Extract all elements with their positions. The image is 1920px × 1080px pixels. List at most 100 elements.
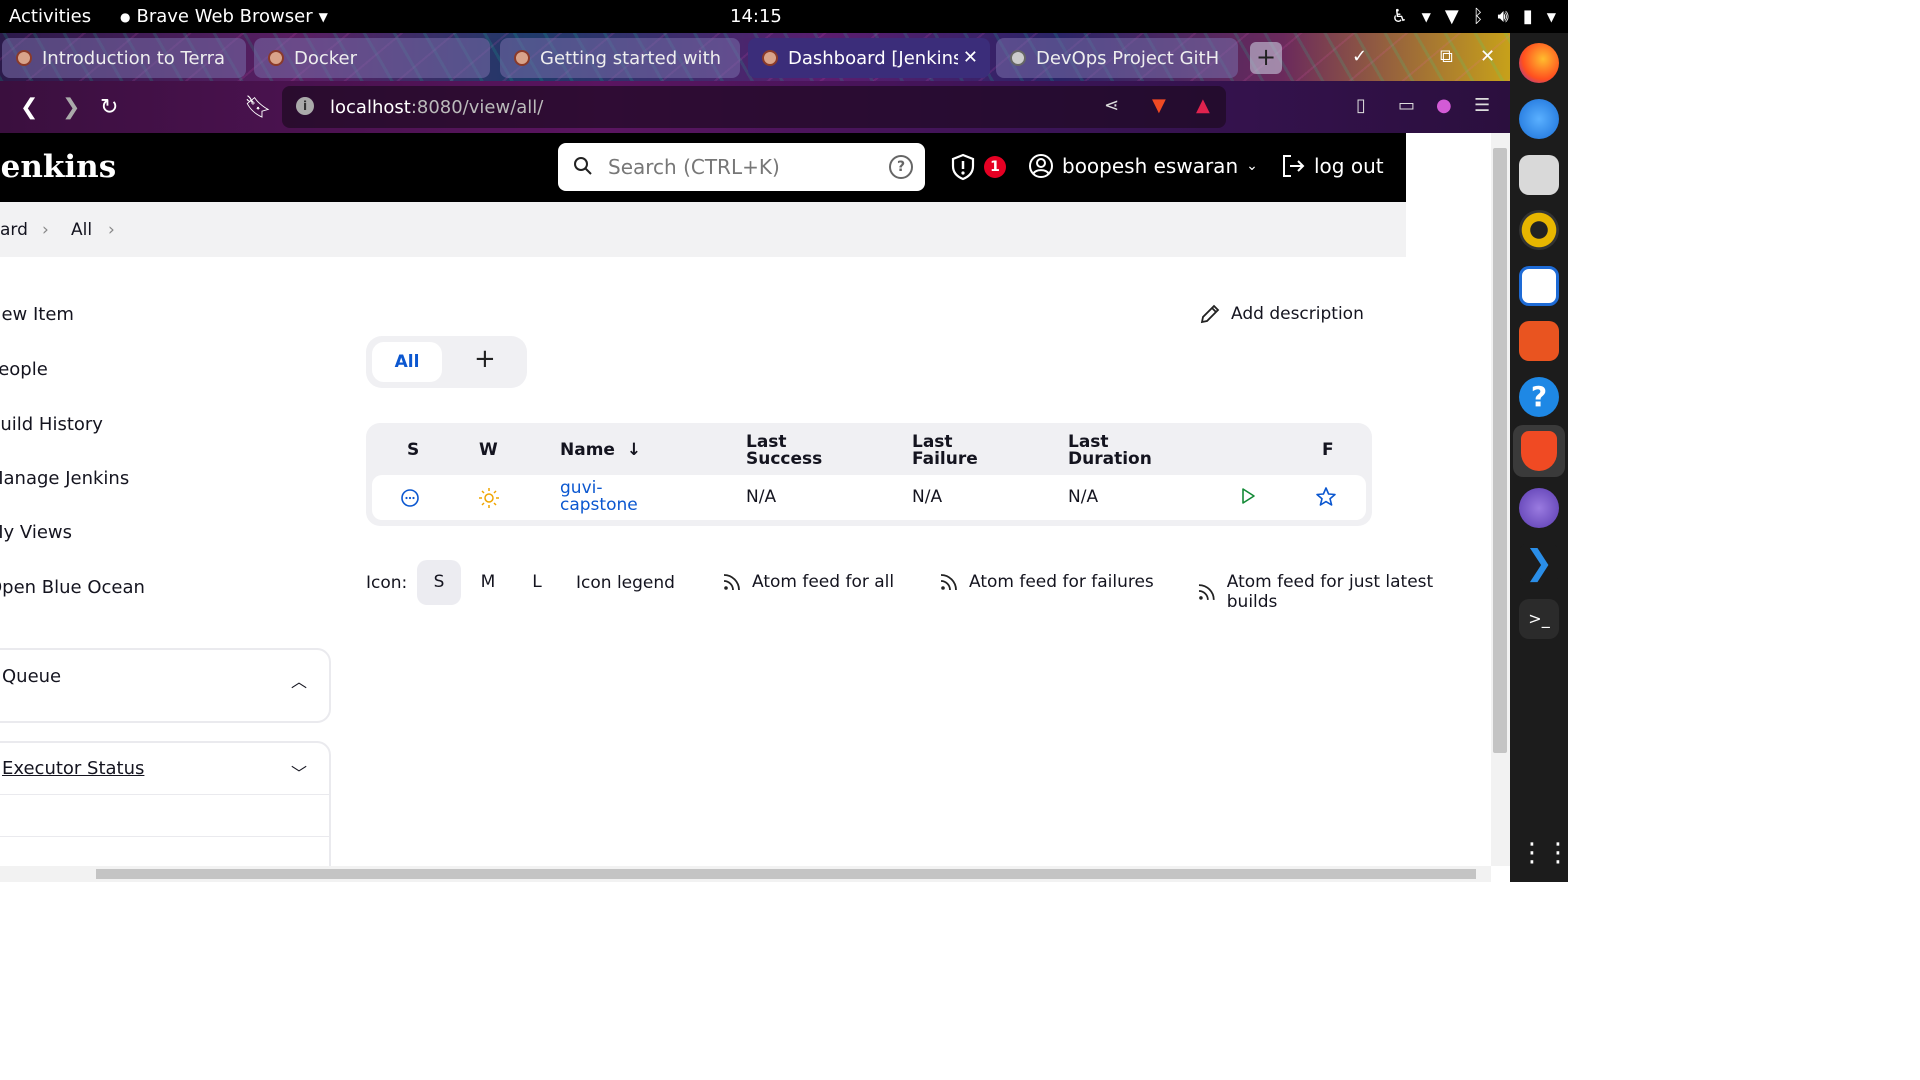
system-tray[interactable]: ♿ ▼ ▼ ᛒ 🔊︎ ▮ ▼ [1391, 6, 1556, 27]
executor-status-title[interactable]: Executor Status [2, 758, 144, 779]
jenkins-favicon-icon [762, 50, 778, 66]
rhythmbox-icon[interactable] [1519, 210, 1559, 250]
atom-feed-all-link[interactable]: Atom feed for all [722, 572, 894, 592]
add-view-button[interactable]: + [474, 344, 496, 374]
help-icon[interactable]: ? [1519, 377, 1559, 417]
chevron-up-icon[interactable]: ︿ [291, 668, 307, 692]
bluetooth-icon: ᛒ [1472, 6, 1484, 27]
tab-jenkins-dashboard[interactable]: Dashboard [Jenkins ✕ [748, 38, 990, 78]
tab-favicon-icon [1010, 50, 1026, 66]
atom-feed-failures-link[interactable]: Atom feed for failures [939, 572, 1154, 592]
divider [0, 836, 329, 837]
sidebar-item-my-views[interactable]: My Views [0, 522, 72, 543]
writer-icon[interactable] [1519, 266, 1559, 306]
jenkins-logo-text[interactable]: Jenkins [0, 149, 116, 185]
sidebar-item-people[interactable]: People [0, 359, 48, 380]
close-window-icon[interactable]: ✕ [1480, 46, 1495, 67]
favorite-star-icon[interactable] [1315, 486, 1337, 513]
sidebar-item-manage-jenkins[interactable]: Manage Jenkins [0, 468, 129, 489]
software-center-icon[interactable] [1519, 321, 1559, 361]
tab-getting-started[interactable]: Getting started with [500, 38, 740, 78]
add-description-button[interactable]: Add description [1199, 303, 1364, 325]
vertical-scrollbar[interactable] [1491, 133, 1510, 866]
job-link-guvi-capstone[interactable]: guvi- capstone [560, 480, 638, 514]
sort-arrow-icon: ↓ [626, 440, 642, 460]
weather-sunny-icon[interactable] [478, 487, 500, 514]
pencil-icon [1200, 304, 1220, 324]
tab-title: Docker [294, 47, 358, 69]
wallet-icon[interactable]: ▭ [1398, 95, 1415, 116]
column-header-last-success[interactable]: Last Success [746, 434, 822, 468]
sidebar-icon[interactable]: ▯ [1356, 95, 1366, 116]
close-tab-icon[interactable]: ✕ [963, 47, 978, 68]
column-header-status[interactable]: S [407, 442, 419, 459]
app-menu[interactable]: ● Brave Web Browser ▼ [120, 6, 328, 27]
column-header-favorite[interactable]: F [1322, 442, 1334, 459]
column-header-last-duration[interactable]: Last Duration [1068, 434, 1152, 468]
horizontal-scrollbar[interactable] [0, 866, 1491, 882]
icon-size-medium[interactable]: M [466, 560, 510, 605]
breadcrumb-dashboard[interactable]: ard [0, 220, 28, 240]
scrollbar-thumb[interactable] [1493, 148, 1507, 753]
feed-label: Atom feed for just latest builds [1226, 572, 1434, 612]
brave-rewards-icon[interactable]: ▲ [1196, 95, 1210, 116]
back-icon[interactable]: ❮ [20, 95, 38, 120]
sidebar-item-build-history[interactable]: Build History [0, 414, 103, 435]
files-icon[interactable] [1519, 155, 1559, 195]
icon-legend-link[interactable]: Icon legend [576, 573, 675, 593]
brave-shields-icon[interactable]: ▼ [1152, 95, 1166, 116]
tab-devops-project[interactable]: DevOps Project GitH [996, 38, 1238, 78]
icon-size-large[interactable]: L [515, 560, 559, 605]
vpn-icon[interactable]: ● [1436, 95, 1452, 116]
rss-icon [723, 574, 740, 591]
feed-label: Atom feed for all [752, 572, 895, 592]
security-alerts-button[interactable]: 1 [950, 153, 1006, 181]
new-tab-button[interactable]: + [1250, 42, 1282, 74]
share-icon[interactable]: ⋖ [1104, 95, 1119, 116]
restore-window-icon[interactable]: ⧉ [1440, 46, 1453, 67]
security-count-badge: 1 [984, 156, 1006, 178]
sidebar-item-new-item[interactable]: New Item [0, 304, 74, 325]
scrollbar-thumb[interactable] [96, 869, 1476, 879]
address-bar[interactable]: i localhost :8080/view/all/ [282, 86, 1226, 128]
user-menu[interactable]: boopesh eswaran ⌄ [1028, 153, 1258, 179]
system-top-bar: Activities ● Brave Web Browser ▼ 14:15 ♿… [0, 0, 1568, 33]
ubuntu-dock: ? ❯ >_ ⋮⋮ [1510, 33, 1571, 882]
tab-terraform[interactable]: Introduction to Terra [2, 38, 246, 78]
sidebar-item-open-blue-ocean[interactable]: Open Blue Ocean [0, 577, 145, 598]
build-now-play-icon[interactable] [1240, 487, 1256, 510]
column-header-name[interactable]: Name ↓ [560, 442, 641, 459]
url-host: localhost [330, 96, 411, 118]
breadcrumb-all[interactable]: All [71, 220, 92, 240]
status-notbuilt-icon[interactable] [400, 488, 420, 513]
tab-title: DevOps Project GitH [1036, 47, 1220, 69]
terminal-icon[interactable]: >_ [1519, 599, 1559, 639]
menu-icon[interactable]: ☰ [1474, 95, 1490, 116]
clock[interactable]: 14:15 [730, 6, 782, 27]
thunderbird-icon[interactable] [1519, 99, 1559, 139]
search-input[interactable]: Search (CTRL+K) ? [558, 143, 925, 191]
site-info-icon[interactable]: i [296, 97, 314, 115]
queue-title[interactable]: Queue [2, 666, 61, 687]
tab-docker[interactable]: Docker [254, 38, 490, 78]
tab-search-icon[interactable]: ✓ [1352, 46, 1367, 67]
tor-browser-icon[interactable] [1519, 488, 1559, 528]
show-apps-icon[interactable]: ⋮⋮ [1519, 833, 1571, 873]
help-icon[interactable]: ? [889, 155, 913, 179]
chevron-down-icon[interactable]: ﹀ [291, 760, 307, 784]
chevron-down-icon: ▼ [318, 9, 328, 24]
reload-icon[interactable]: ↻ [100, 95, 118, 120]
tab-all-view[interactable]: All [372, 342, 442, 382]
column-header-weather[interactable]: W [479, 442, 498, 459]
bookmark-icon[interactable]: 🔖︎ [244, 95, 272, 120]
icon-size-small[interactable]: S [417, 560, 461, 605]
forward-icon[interactable]: ❯ [62, 95, 80, 120]
column-header-last-failure[interactable]: Last Failure [912, 434, 978, 468]
tab-title: Dashboard [Jenkins [788, 47, 958, 69]
vscode-icon[interactable]: ❯ [1519, 543, 1559, 583]
logout-button[interactable]: log out [1280, 153, 1384, 179]
activities-button[interactable]: Activities [9, 6, 91, 27]
atom-feed-latest-builds-link[interactable]: Atom feed for just latest builds [1197, 572, 1486, 612]
firefox-icon[interactable] [1519, 43, 1559, 83]
brave-icon[interactable] [1513, 425, 1565, 477]
